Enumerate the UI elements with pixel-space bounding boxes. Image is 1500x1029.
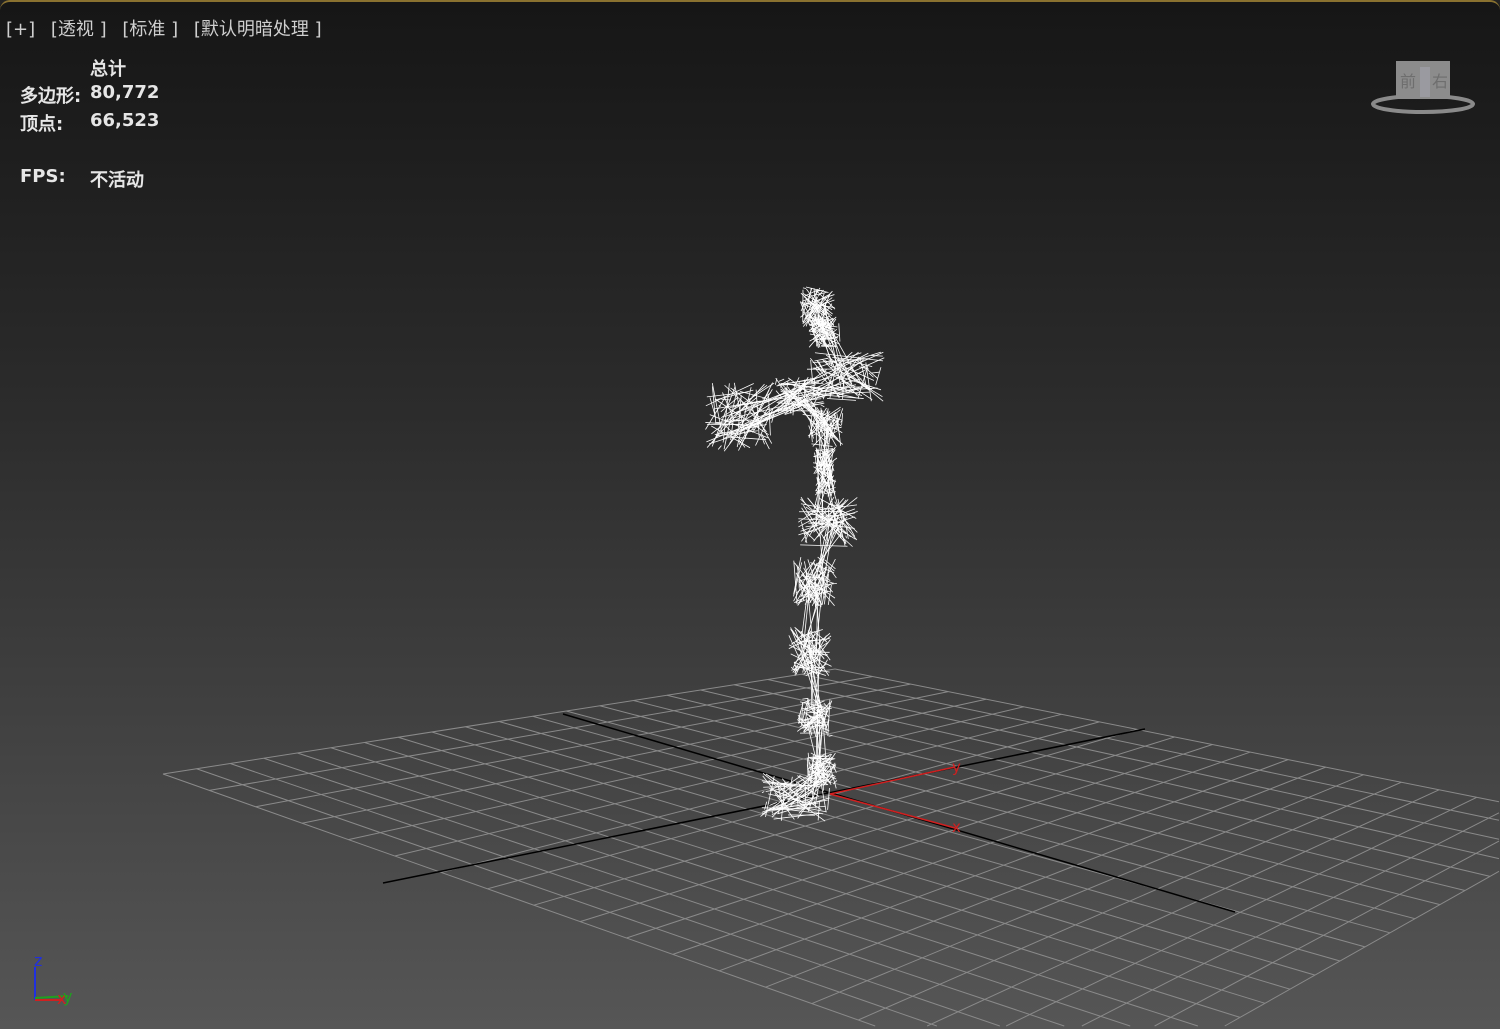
viewport-label-menu: [+] [透视 ] [标准 ] [默认明暗处理 ]	[6, 15, 332, 41]
fps-label: FPS:	[20, 166, 66, 187]
grid-line	[926, 789, 1440, 1027]
wire-edge	[814, 357, 829, 362]
wire-edge	[717, 445, 722, 450]
viewcube[interactable]: 前 右	[1370, 57, 1476, 117]
viewport-mode-menu[interactable]: [标准 ]	[122, 19, 178, 40]
wire-edge	[773, 813, 820, 820]
wire-edge	[813, 288, 815, 296]
wire-edge	[865, 362, 872, 402]
grid-line	[834, 668, 1500, 803]
wire-edge	[819, 726, 830, 732]
grid-line	[1224, 870, 1500, 1027]
viewport-shading-menu[interactable]: [默认明暗处理 ]	[194, 19, 322, 40]
tripod-y-label: y	[63, 987, 72, 1006]
grid-line	[1154, 840, 1500, 1027]
fps-value: 不活动	[90, 170, 144, 191]
polygons-label: 多边形:	[20, 86, 82, 107]
viewport-scene[interactable]: y x z x y	[0, 2, 1500, 1027]
grid-line	[196, 768, 938, 1027]
grid-line	[1081, 812, 1500, 1027]
wire-edge	[721, 398, 732, 401]
wire-edge	[792, 404, 795, 416]
wire-edge	[800, 544, 848, 547]
wire-edge	[828, 735, 833, 737]
viewcube-front-face[interactable]: 前	[1400, 72, 1416, 91]
wire-edge	[802, 287, 807, 289]
wire-edge	[761, 791, 765, 794]
wire-edge	[827, 398, 857, 401]
tripod-z-label: z	[34, 951, 42, 970]
grid-line	[263, 757, 1065, 1027]
viewport-plus-menu[interactable]: [+]	[6, 19, 35, 40]
gizmo-x-label: x	[952, 818, 961, 836]
wire-edge	[838, 323, 841, 342]
grid-line	[297, 752, 1131, 1027]
wire-edge	[870, 371, 880, 374]
grid-line	[801, 673, 1500, 821]
wire-edge	[802, 697, 809, 700]
polygons-value: 80,772	[90, 82, 160, 103]
wire-edge	[778, 378, 785, 382]
gizmo-y-label: y	[952, 758, 961, 776]
wire-edge	[845, 535, 847, 539]
stats-header: 总计	[90, 59, 126, 80]
viewcube-right-face[interactable]: 右	[1432, 72, 1448, 91]
wire-edge	[731, 436, 767, 441]
wire-edge	[875, 367, 882, 386]
viewport-view-menu[interactable]: [透视 ]	[51, 19, 107, 40]
home-grid	[162, 668, 1500, 1027]
wire-edge	[820, 404, 825, 408]
vertices-value: 66,523	[90, 110, 160, 131]
axis-tripod-icon: z x y	[34, 951, 72, 1008]
transform-gizmo: y x	[829, 758, 961, 836]
wire-edge	[871, 355, 883, 357]
grid-line	[734, 684, 1500, 860]
wire-edge	[841, 413, 844, 426]
grid-line	[767, 679, 1500, 840]
grid-line	[1005, 796, 1477, 1027]
wire-edge	[811, 443, 833, 447]
vertices-label: 顶点:	[20, 114, 64, 135]
wire-edge	[814, 787, 816, 789]
wire-edge	[823, 292, 825, 295]
wire-edge	[868, 372, 874, 378]
perspective-viewport[interactable]: y x z x y [+] [透视 ] [标准 ] [默认明暗处理 ] 总计 多…	[0, 0, 1500, 1029]
